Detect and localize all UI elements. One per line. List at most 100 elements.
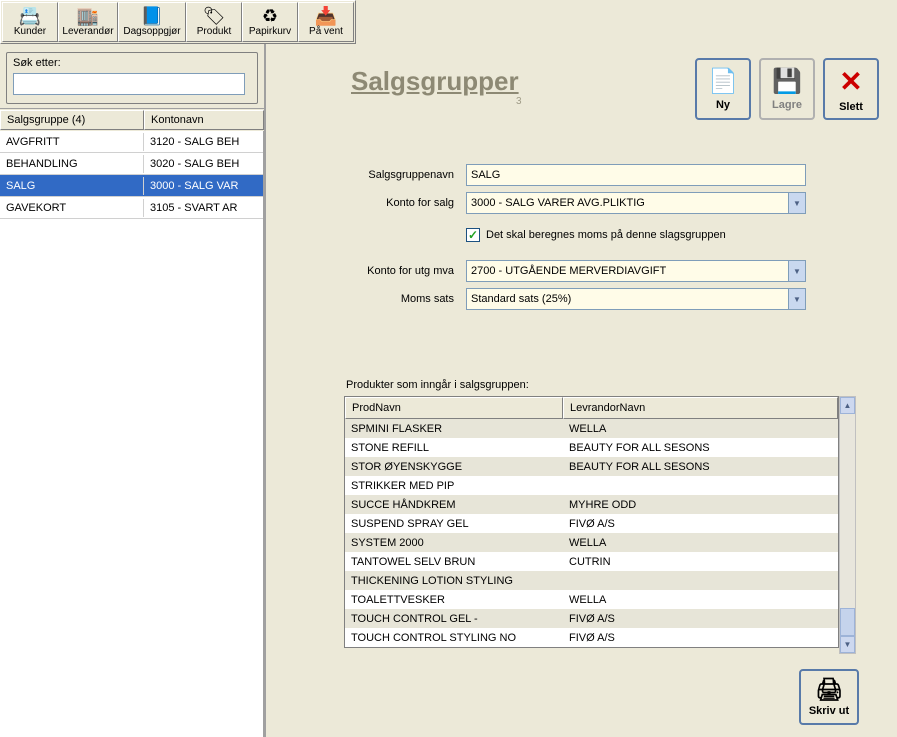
table-row[interactable]: SUCCE HÅNDKREMMYHRE ODD	[345, 495, 838, 514]
konto-utg-mva-combo[interactable]: 2700 - UTGÅENDE MERVERDIAVGIFT ▼	[466, 260, 806, 282]
toolbar-icon: ♻	[262, 7, 278, 25]
prod-navn: SUSPEND SPRAY GEL	[345, 516, 563, 532]
salgkonto-label: Konto for salg	[266, 197, 466, 209]
table-row[interactable]: STONE REFILLBEAUTY FOR ALL SESONS	[345, 438, 838, 457]
utgmva-value: 2700 - UTGÅENDE MERVERDIAVGIFT	[471, 265, 666, 277]
row-konto: 3020 - SALG BEH	[144, 155, 263, 173]
toolbar-icon: 📇	[19, 7, 41, 25]
left-pane: Søk etter: Salgsgruppe (4) Kontonavn AVG…	[0, 44, 266, 737]
products-scrollbar[interactable]: ▲ ▼	[839, 396, 856, 654]
table-row[interactable]: SYSTEM 2000WELLA	[345, 533, 838, 552]
toolbar-label: Dagsoppgjør	[123, 26, 180, 37]
prod-lev: MYHRE ODD	[563, 497, 838, 513]
search-input[interactable]	[13, 73, 245, 95]
prod-lev: CUTRIN	[563, 554, 838, 570]
ny-button[interactable]: 📄 Ny	[695, 58, 751, 120]
chevron-down-icon: ▼	[788, 289, 805, 309]
list-row[interactable]: AVGFRITT3120 - SALG BEH	[0, 131, 263, 153]
slett-button[interactable]: ✕ Slett	[823, 58, 879, 120]
salgsgruppe-form: Salgsgruppenavn Konto for salg 3000 - SA…	[266, 164, 897, 316]
table-row[interactable]: SUSPEND SPRAY GELFIVØ A/S	[345, 514, 838, 533]
main-toolbar: 📇Kunder🏬Leverandør📘Dagsoppgjør🏷Produkt♻P…	[0, 0, 356, 44]
prod-navn: THICKENING LOTION STYLING	[345, 573, 563, 589]
prod-navn: SUCCE HÅNDKREM	[345, 497, 563, 513]
toolbar-dagsoppgjør[interactable]: 📘Dagsoppgjør	[118, 2, 186, 42]
table-row[interactable]: TOUCH CONTROL STYLING NOFIVØ A/S	[345, 628, 838, 647]
table-row[interactable]: TANTOWEL SELV BRUNCUTRIN	[345, 552, 838, 571]
action-buttons: 📄 Ny 💾 Lagre ✕ Slett	[695, 58, 879, 120]
skriv-ut-button[interactable]: 🖨 Skriv ut	[799, 669, 859, 725]
right-pane: Salgsgrupper 3 📄 Ny 💾 Lagre ✕ Slett Salg…	[266, 44, 897, 737]
toolbar-icon: 🏬	[77, 7, 99, 25]
delete-x-icon: ✕	[839, 65, 862, 98]
table-row[interactable]: TOUCH CONTROL GEL -FIVØ A/S	[345, 609, 838, 628]
row-gruppe: GAVEKORT	[0, 199, 144, 217]
salgkonto-value: 3000 - SALG VARER AVG.PLIKTIG	[471, 197, 645, 209]
search-group: Søk etter:	[6, 52, 258, 104]
prod-navn: STRIKKER MED PIP	[345, 478, 563, 494]
prod-lev: BEAUTY FOR ALL SESONS	[563, 440, 838, 456]
konto-for-salg-combo[interactable]: 3000 - SALG VARER AVG.PLIKTIG ▼	[466, 192, 806, 214]
products-header-navn[interactable]: ProdNavn	[345, 397, 563, 419]
products-header: ProdNavn LevrandorNavn	[345, 397, 838, 419]
salgsgruppe-list: Salgsgruppe (4) Kontonavn AVGFRITT3120 -…	[0, 108, 264, 737]
save-icon: 💾	[772, 67, 802, 96]
toolbar-label: På vent	[309, 26, 343, 37]
products-header-lev[interactable]: LevrandorNavn	[563, 397, 838, 419]
table-row[interactable]: STRIKKER MED PIP	[345, 476, 838, 495]
prod-lev: FIVØ A/S	[563, 516, 838, 532]
sats-label: Moms sats	[266, 293, 466, 305]
prod-navn: TOUCH CONTROL GEL -	[345, 611, 563, 627]
prod-lev: WELLA	[563, 592, 838, 608]
prod-lev	[563, 579, 838, 583]
products-heading: Produkter som inngår i salgsgruppen:	[346, 379, 529, 391]
toolbar-leverandør[interactable]: 🏬Leverandør	[58, 2, 118, 42]
chevron-down-icon: ▼	[788, 261, 805, 281]
scroll-thumb[interactable]	[840, 608, 855, 636]
prod-navn: TOUCH CONTROL STYLING NO	[345, 630, 563, 646]
printer-icon: 🖨	[815, 677, 843, 703]
list-header-gruppe[interactable]: Salgsgruppe (4)	[0, 110, 144, 130]
list-row[interactable]: GAVEKORT3105 - SVART AR	[0, 197, 263, 219]
prod-navn: TOALETTVESKER	[345, 592, 563, 608]
prod-navn: STONE REFILL	[345, 440, 563, 456]
prod-lev: WELLA	[563, 535, 838, 551]
page-title: Salgsgrupper	[351, 66, 519, 97]
salgsgruppenavn-input[interactable]	[466, 164, 806, 186]
toolbar-label: Leverandør	[62, 26, 113, 37]
list-row[interactable]: SALG3000 - SALG VAR	[0, 175, 263, 197]
scroll-down-icon[interactable]: ▼	[840, 636, 855, 653]
moms-sats-combo[interactable]: Standard sats (25%) ▼	[466, 288, 806, 310]
prod-lev	[563, 484, 838, 488]
scroll-up-icon[interactable]: ▲	[840, 397, 855, 414]
toolbar-papirkurv[interactable]: ♻Papirkurv	[242, 2, 298, 42]
list-header-konto[interactable]: Kontonavn	[144, 110, 264, 130]
sats-value: Standard sats (25%)	[471, 293, 571, 305]
slett-label: Slett	[839, 101, 863, 113]
document-new-icon: 📄	[708, 67, 738, 96]
toolbar-icon: 🏷	[203, 7, 226, 25]
toolbar-produkt[interactable]: 🏷Produkt	[186, 2, 242, 42]
utgmva-label: Konto for utg mva	[266, 265, 466, 277]
prod-lev: FIVØ A/S	[563, 611, 838, 627]
toolbar-label: Papirkurv	[249, 26, 291, 37]
table-row[interactable]: TOALETTVESKERWELLA	[345, 590, 838, 609]
toolbar-kunder[interactable]: 📇Kunder	[2, 2, 58, 42]
lagre-label: Lagre	[772, 99, 802, 111]
row-konto: 3105 - SVART AR	[144, 199, 263, 217]
table-row[interactable]: THICKENING LOTION STYLING	[345, 571, 838, 590]
toolbar-label: Kunder	[14, 26, 46, 37]
toolbar-label: Produkt	[197, 26, 231, 37]
toolbar-på vent[interactable]: 📥På vent	[298, 2, 354, 42]
table-row[interactable]: STOR ØYENSKYGGEBEAUTY FOR ALL SESONS	[345, 457, 838, 476]
row-gruppe: AVGFRITT	[0, 133, 144, 151]
print-label: Skriv ut	[809, 705, 849, 717]
lagre-button[interactable]: 💾 Lagre	[759, 58, 815, 120]
list-header: Salgsgruppe (4) Kontonavn	[0, 109, 264, 131]
toolbar-icon: 📥	[315, 7, 337, 25]
table-row[interactable]: SPMINI FLASKERWELLA	[345, 419, 838, 438]
page-title-sub: 3	[516, 96, 522, 107]
moms-checkbox[interactable]: ✓	[466, 228, 480, 242]
list-row[interactable]: BEHANDLING3020 - SALG BEH	[0, 153, 263, 175]
prod-lev: BEAUTY FOR ALL SESONS	[563, 459, 838, 475]
